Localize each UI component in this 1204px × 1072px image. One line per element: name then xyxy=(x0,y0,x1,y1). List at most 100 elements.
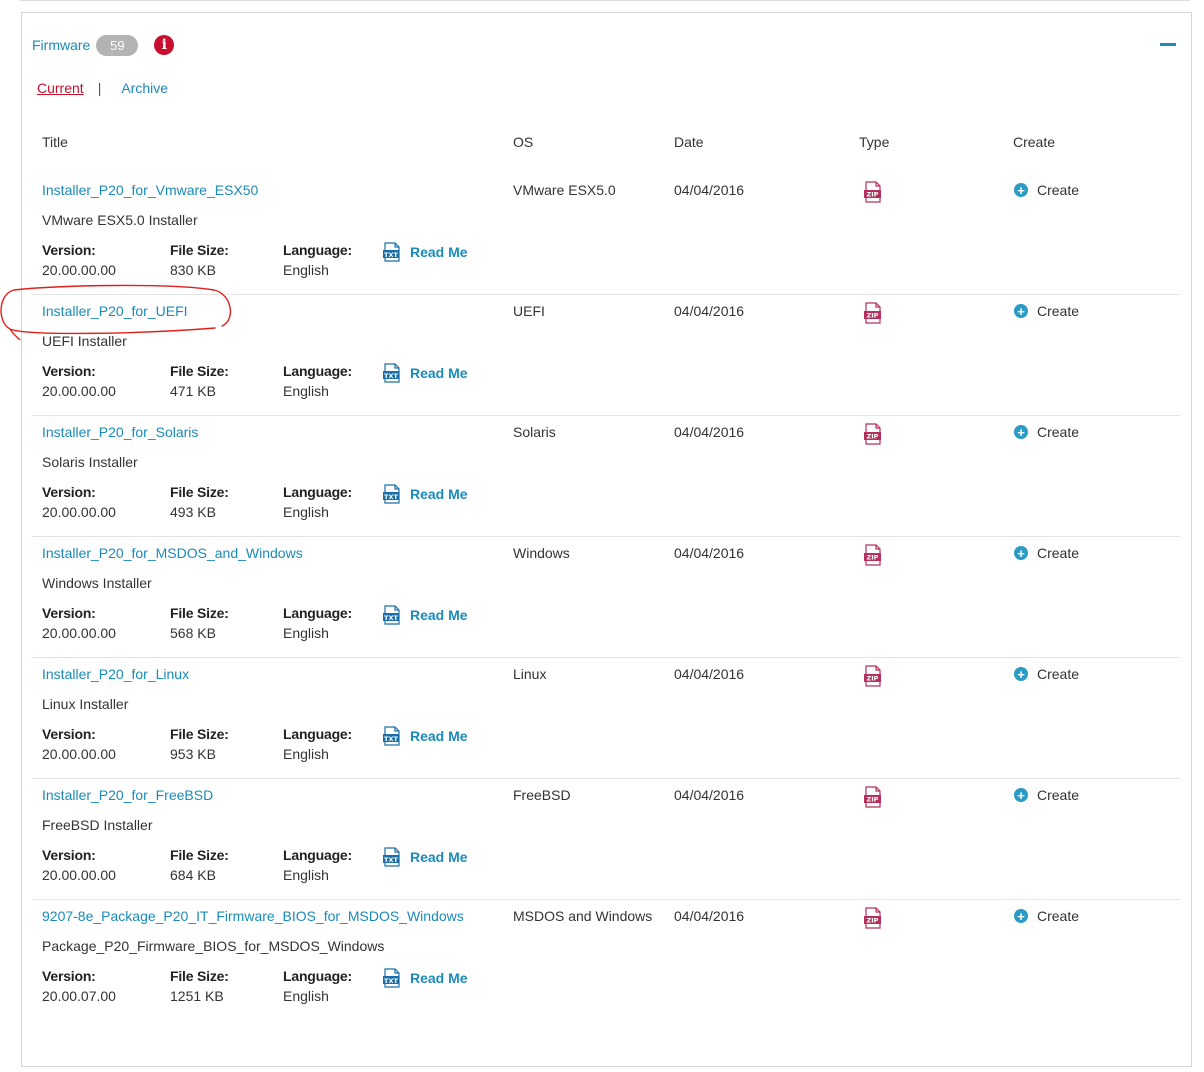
file-size-value: 953 KB xyxy=(170,746,216,762)
svg-text:ZIP: ZIP xyxy=(867,554,879,562)
svg-text:TXT: TXT xyxy=(384,735,398,743)
version-value: 20.00.00.00 xyxy=(42,262,116,278)
panel-header: Firmware 59 i xyxy=(32,33,175,57)
version-label: Version: xyxy=(42,363,96,379)
info-icon[interactable]: i xyxy=(154,35,175,55)
create-button[interactable]: + Create xyxy=(1014,787,1079,803)
firmware-description: FreeBSD Installer xyxy=(42,817,153,833)
table-row: Installer_P20_for_Vmware_ESX50 VMware ES… xyxy=(32,174,1180,295)
svg-text:ZIP: ZIP xyxy=(867,917,879,925)
firmware-os: Linux xyxy=(513,666,547,682)
tab-archive[interactable]: Archive xyxy=(121,80,168,96)
read-me-link[interactable]: TXT Read Me xyxy=(382,242,468,262)
zip-file-icon[interactable]: ZIP xyxy=(863,786,883,811)
read-me-label: Read Me xyxy=(410,486,468,502)
version-value: 20.00.00.00 xyxy=(42,383,116,399)
panel-title[interactable]: Firmware xyxy=(32,37,90,53)
zip-file-icon[interactable]: ZIP xyxy=(863,544,883,569)
table-row: Installer_P20_for_UEFI UEFI Installer Ve… xyxy=(32,295,1180,416)
read-me-link[interactable]: TXT Read Me xyxy=(382,847,468,867)
zip-file-icon[interactable]: ZIP xyxy=(863,907,883,932)
table-row: Installer_P20_for_MSDOS_and_Windows Wind… xyxy=(32,537,1180,658)
language-label: Language: xyxy=(283,847,352,863)
zip-file-icon[interactable]: ZIP xyxy=(863,665,883,690)
table-row: 9207-8e_Package_P20_IT_Firmware_BIOS_for… xyxy=(32,900,1180,1021)
create-label: Create xyxy=(1037,424,1080,440)
table-row: Installer_P20_for_Solaris Solaris Instal… xyxy=(32,416,1180,537)
firmware-title-link[interactable]: 9207-8e_Package_P20_IT_Firmware_BIOS_for… xyxy=(42,908,464,924)
language-value: English xyxy=(283,988,329,1004)
firmware-os: Windows xyxy=(513,545,570,561)
file-size-value: 830 KB xyxy=(170,262,216,278)
create-label: Create xyxy=(1037,303,1080,319)
firmware-title-link[interactable]: Installer_P20_for_MSDOS_and_Windows xyxy=(42,545,303,561)
svg-text:TXT: TXT xyxy=(384,614,398,622)
tab-separator: | xyxy=(97,80,102,96)
firmware-title-link[interactable]: Installer_P20_for_Vmware_ESX50 xyxy=(42,182,258,198)
firmware-date: 04/04/2016 xyxy=(674,424,745,440)
create-label: Create xyxy=(1037,787,1080,803)
create-label: Create xyxy=(1037,908,1080,924)
tab-current[interactable]: Current xyxy=(37,80,84,96)
plus-circle-icon: + xyxy=(1014,667,1028,681)
table-row: Installer_P20_for_FreeBSD FreeBSD Instal… xyxy=(32,779,1180,900)
language-value: English xyxy=(283,262,329,278)
version-label: Version: xyxy=(42,847,96,863)
firmware-title-link[interactable]: Installer_P20_for_UEFI xyxy=(42,303,188,319)
plus-circle-icon: + xyxy=(1014,546,1028,560)
language-label: Language: xyxy=(283,363,352,379)
top-divider xyxy=(20,0,1190,1)
language-label: Language: xyxy=(283,242,352,258)
file-size-value: 493 KB xyxy=(170,504,216,520)
zip-file-icon[interactable]: ZIP xyxy=(863,423,883,448)
firmware-panel: Firmware 59 i Current | Archive Title OS… xyxy=(21,12,1192,1067)
version-value: 20.00.00.00 xyxy=(42,867,116,883)
version-value: 20.00.00.00 xyxy=(42,625,116,641)
language-value: English xyxy=(283,383,329,399)
version-value: 20.00.00.00 xyxy=(42,746,116,762)
firmware-date: 04/04/2016 xyxy=(674,303,745,319)
firmware-os: Solaris xyxy=(513,424,556,440)
firmware-date: 04/04/2016 xyxy=(674,787,745,803)
plus-circle-icon: + xyxy=(1014,425,1028,439)
create-button[interactable]: + Create xyxy=(1014,666,1079,682)
file-size-value: 1251 KB xyxy=(170,988,224,1004)
svg-text:ZIP: ZIP xyxy=(867,675,879,683)
version-value: 20.00.00.00 xyxy=(42,504,116,520)
file-size-label: File Size: xyxy=(170,847,229,863)
file-size-label: File Size: xyxy=(170,242,229,258)
txt-file-icon: TXT xyxy=(383,363,400,383)
firmware-title-link[interactable]: Installer_P20_for_FreeBSD xyxy=(42,787,213,803)
txt-file-icon: TXT xyxy=(383,968,400,988)
create-button[interactable]: + Create xyxy=(1014,545,1079,561)
zip-file-icon[interactable]: ZIP xyxy=(863,302,883,327)
txt-file-icon: TXT xyxy=(383,847,400,867)
read-me-link[interactable]: TXT Read Me xyxy=(382,605,468,625)
language-label: Language: xyxy=(283,605,352,621)
read-me-label: Read Me xyxy=(410,728,468,744)
table-header: Title OS Date Type Create xyxy=(22,134,1191,152)
language-value: English xyxy=(283,504,329,520)
read-me-link[interactable]: TXT Read Me xyxy=(382,968,468,988)
svg-text:TXT: TXT xyxy=(384,251,398,259)
file-size-label: File Size: xyxy=(170,726,229,742)
firmware-title-link[interactable]: Installer_P20_for_Linux xyxy=(42,666,189,682)
firmware-os: MSDOS and Windows xyxy=(513,908,653,924)
zip-file-icon[interactable]: ZIP xyxy=(863,181,883,206)
read-me-link[interactable]: TXT Read Me xyxy=(382,363,468,383)
read-me-label: Read Me xyxy=(410,365,468,381)
firmware-description: VMware ESX5.0 Installer xyxy=(42,212,198,228)
firmware-title-link[interactable]: Installer_P20_for_Solaris xyxy=(42,424,198,440)
read-me-link[interactable]: TXT Read Me xyxy=(382,484,468,504)
read-me-link[interactable]: TXT Read Me xyxy=(382,726,468,746)
txt-file-icon: TXT xyxy=(383,484,400,504)
txt-file-icon: TXT xyxy=(383,726,400,746)
firmware-date: 04/04/2016 xyxy=(674,545,745,561)
create-button[interactable]: + Create xyxy=(1014,303,1079,319)
firmware-description: Package_P20_Firmware_BIOS_for_MSDOS_Wind… xyxy=(42,938,385,954)
collapse-minus-icon[interactable] xyxy=(1160,43,1176,46)
create-button[interactable]: + Create xyxy=(1014,182,1079,198)
create-button[interactable]: + Create xyxy=(1014,424,1079,440)
create-button[interactable]: + Create xyxy=(1014,908,1079,924)
svg-text:ZIP: ZIP xyxy=(867,191,879,199)
